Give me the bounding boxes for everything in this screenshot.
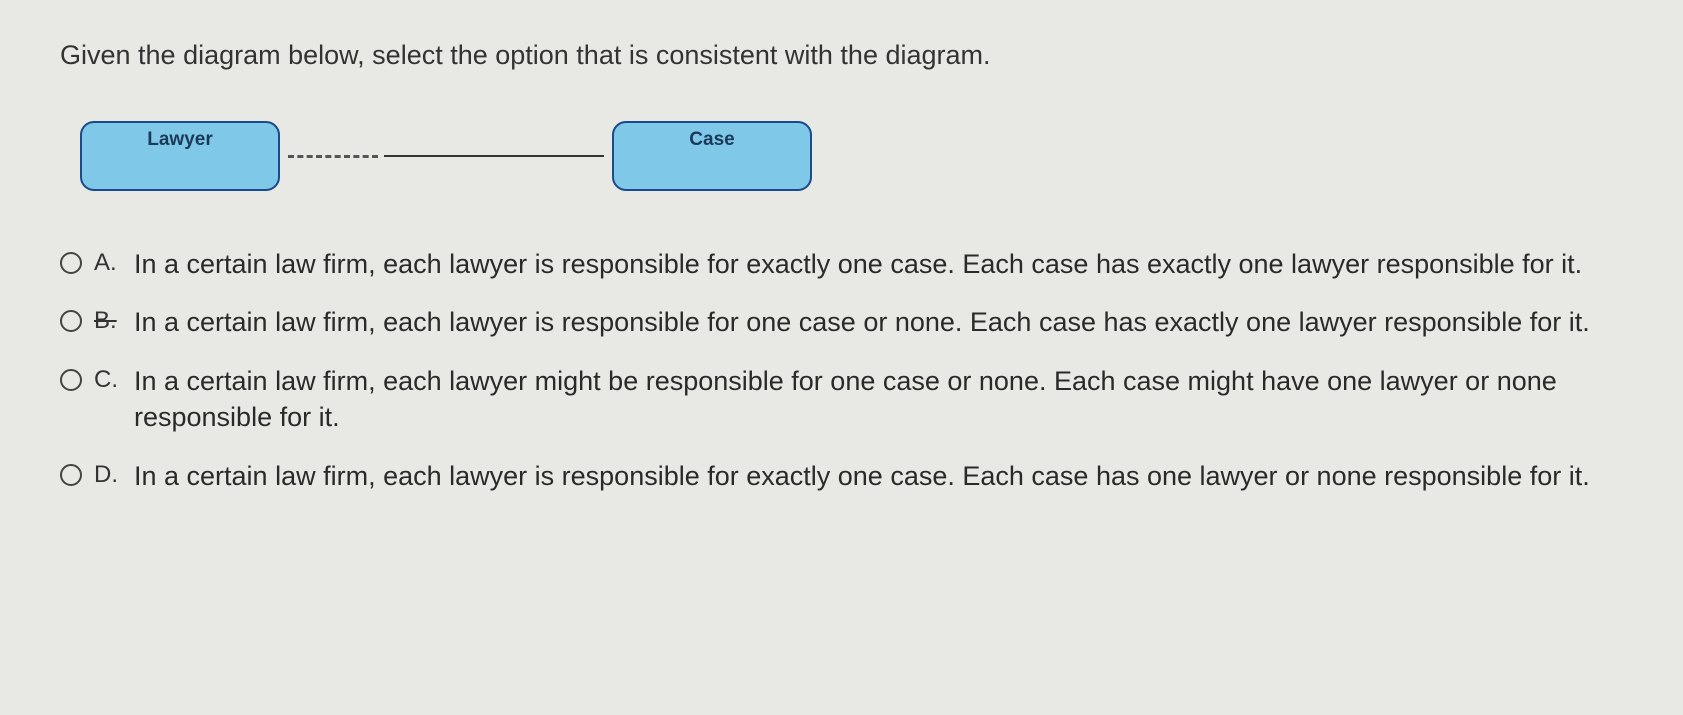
option-d-text: In a certain law firm, each lawyer is re… bbox=[134, 458, 1590, 494]
option-c-row: C. In a certain law firm, each lawyer mi… bbox=[60, 363, 1623, 436]
answer-options: A. In a certain law firm, each lawyer is… bbox=[60, 246, 1623, 494]
option-c-label: C. bbox=[94, 366, 122, 394]
option-b-text: In a certain law firm, each lawyer is re… bbox=[134, 304, 1590, 340]
option-a-label: A. bbox=[94, 249, 122, 277]
dashed-segment bbox=[288, 155, 378, 158]
entity-case: Case bbox=[612, 121, 812, 191]
option-c-text: In a certain law firm, each lawyer might… bbox=[134, 363, 1614, 436]
radio-option-c[interactable] bbox=[60, 369, 82, 391]
option-a-text: In a certain law firm, each lawyer is re… bbox=[134, 246, 1582, 282]
relationship-connector bbox=[288, 155, 604, 158]
option-b-label: B. bbox=[94, 307, 122, 335]
entity-case-label: Case bbox=[689, 129, 734, 151]
entity-lawyer: Lawyer bbox=[80, 121, 280, 191]
entity-lawyer-label: Lawyer bbox=[147, 129, 212, 151]
solid-segment bbox=[384, 155, 604, 157]
question-prompt: Given the diagram below, select the opti… bbox=[60, 40, 1623, 71]
radio-option-a[interactable] bbox=[60, 252, 82, 274]
radio-option-b[interactable] bbox=[60, 310, 82, 332]
radio-option-d[interactable] bbox=[60, 464, 82, 486]
option-a-row: A. In a certain law firm, each lawyer is… bbox=[60, 246, 1623, 282]
er-diagram: Lawyer Case bbox=[80, 121, 1623, 191]
option-d-row: D. In a certain law firm, each lawyer is… bbox=[60, 458, 1623, 494]
option-b-row: B. In a certain law firm, each lawyer is… bbox=[60, 304, 1623, 340]
option-d-label: D. bbox=[94, 461, 122, 489]
